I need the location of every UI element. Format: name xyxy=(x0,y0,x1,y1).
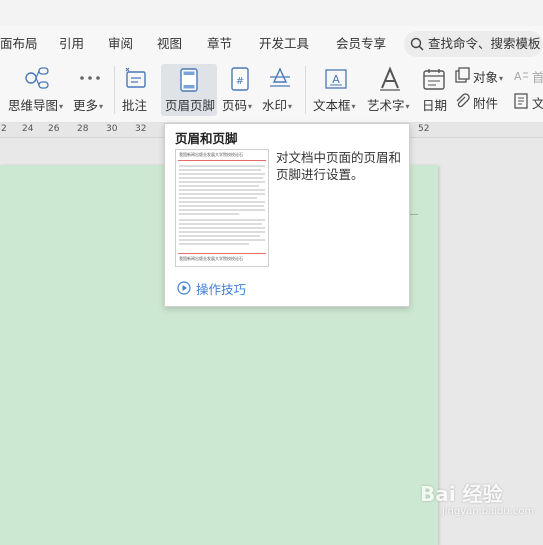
tab-developer-tools[interactable]: 开发工具 xyxy=(259,26,309,60)
ruler-tick-label: 28 xyxy=(77,124,89,134)
mindmap-icon xyxy=(25,67,49,89)
wordart-button[interactable]: 艺术字▾ xyxy=(364,60,416,122)
chevron-down-icon: ▾ xyxy=(405,102,410,111)
operation-tips-label: 操作技巧 xyxy=(196,282,247,297)
preview-header-line xyxy=(178,160,266,161)
tab-references[interactable]: 引用 xyxy=(59,26,84,60)
title-strip xyxy=(0,0,543,26)
textbox-icon: A xyxy=(325,69,347,89)
command-search-input[interactable]: 查找命令、搜索模板 xyxy=(404,31,543,57)
ribbon-divider xyxy=(305,66,306,114)
operation-tips-link[interactable]: 操作技巧 xyxy=(177,279,246,298)
textbox-button[interactable]: A 文本框▾ xyxy=(310,60,362,122)
comment-button[interactable]: 批注 xyxy=(118,60,154,122)
dropcap-icon: A xyxy=(514,70,528,83)
tooltip-title: 页眉和页脚 xyxy=(175,131,238,146)
date-label: 日期 xyxy=(422,98,448,113)
search-icon xyxy=(410,37,424,51)
attachment-button[interactable]: 附件 xyxy=(452,90,510,114)
dropcap-label: 首 xyxy=(532,70,543,85)
ruler-tick-label: 24 xyxy=(22,124,34,134)
watermark-brand: Bai 经验 xyxy=(420,482,503,506)
mindmap-label: 思维导图 xyxy=(8,98,59,113)
ruler-tick-label: 2 xyxy=(1,124,7,134)
ruler-tick-label: 30 xyxy=(106,124,118,134)
svg-text:A: A xyxy=(514,70,522,83)
comment-label: 批注 xyxy=(122,98,148,113)
more-dots-icon xyxy=(80,76,100,80)
ribbon-divider xyxy=(114,66,115,114)
comment-icon xyxy=(125,67,146,88)
chevron-down-icon: ▾ xyxy=(59,102,64,111)
preview-header-text: 我国新闻出版业发展大学院校校论石 xyxy=(179,152,243,157)
mindmap-button[interactable]: 思维导图▾ xyxy=(0,60,70,122)
header-footer-tooltip: 页眉和页脚 我国新闻出版业发展大学院校校论石 我国新闻出版业发展大学院校校论石 … xyxy=(164,123,410,307)
chevron-down-icon: ▾ xyxy=(248,102,253,111)
page-number-icon: # xyxy=(231,67,249,91)
header-footer-label: 页眉页脚 xyxy=(165,98,216,113)
header-footer-icon xyxy=(180,68,198,92)
document-part-button[interactable]: 文 xyxy=(511,90,543,114)
paperclip-icon xyxy=(456,93,470,108)
tab-page-layout[interactable]: 面布局 xyxy=(0,26,38,60)
object-label: 对象 xyxy=(473,70,499,85)
watermark-label: 水印 xyxy=(262,98,288,113)
tooltip-description: 对文档中页面的页眉和页脚进行设置。 xyxy=(276,150,402,182)
chevron-down-icon: ▾ xyxy=(499,74,504,83)
more-button[interactable]: 更多▾ xyxy=(70,60,110,122)
tab-review[interactable]: 审阅 xyxy=(108,26,133,60)
preview-body-text xyxy=(179,165,265,245)
tab-view[interactable]: 视图 xyxy=(157,26,182,60)
tab-member[interactable]: 会员专享 xyxy=(336,26,386,60)
chevron-down-icon: ▾ xyxy=(288,102,293,111)
ruler-tick-label: 52 xyxy=(418,124,430,134)
date-button[interactable]: 日期 xyxy=(417,60,451,122)
svg-text:#: # xyxy=(236,76,244,87)
textbox-label: 文本框 xyxy=(313,98,351,113)
watermark-url: jingyan.baidu.com xyxy=(442,506,535,517)
chevron-down-icon: ▾ xyxy=(351,102,356,111)
tab-section[interactable]: 章节 xyxy=(207,26,232,60)
preview-footer-line xyxy=(178,253,266,254)
ruler-tick-label: 26 xyxy=(48,124,60,134)
more-label: 更多 xyxy=(73,98,99,113)
dropcap-button[interactable]: A 首 xyxy=(511,64,543,88)
watermark-icon xyxy=(270,67,290,87)
wordart-label: 艺术字 xyxy=(367,98,405,113)
document-part-label: 文 xyxy=(532,96,543,111)
play-circle-icon xyxy=(177,281,191,295)
tooltip-preview-image: 我国新闻出版业发展大学院校校论石 我国新闻出版业发展大学院校校论石 xyxy=(175,149,269,267)
wordart-icon xyxy=(380,66,400,91)
search-placeholder: 查找命令、搜索模板 xyxy=(428,36,541,51)
svg-text:A: A xyxy=(332,73,340,86)
chevron-down-icon: ▾ xyxy=(99,102,104,111)
object-button[interactable]: 对象▾ xyxy=(452,64,510,88)
ruler-tick-label: 32 xyxy=(135,124,147,134)
calendar-icon xyxy=(423,69,445,90)
page-number-label: 页码 xyxy=(222,98,248,113)
document-part-icon xyxy=(514,93,528,109)
page-number-button[interactable]: # 页码▾ xyxy=(220,60,260,122)
header-footer-button[interactable]: 页眉页脚 xyxy=(161,64,217,116)
watermark-button[interactable]: 水印▾ xyxy=(260,60,300,122)
object-icon xyxy=(455,67,470,83)
attachment-label: 附件 xyxy=(473,96,499,111)
baidu-jingyan-watermark: Bai 经验 jingyan.baidu.com xyxy=(420,478,540,526)
preview-footer-text: 我国新闻出版业发展大学院校校论石 xyxy=(179,256,243,261)
